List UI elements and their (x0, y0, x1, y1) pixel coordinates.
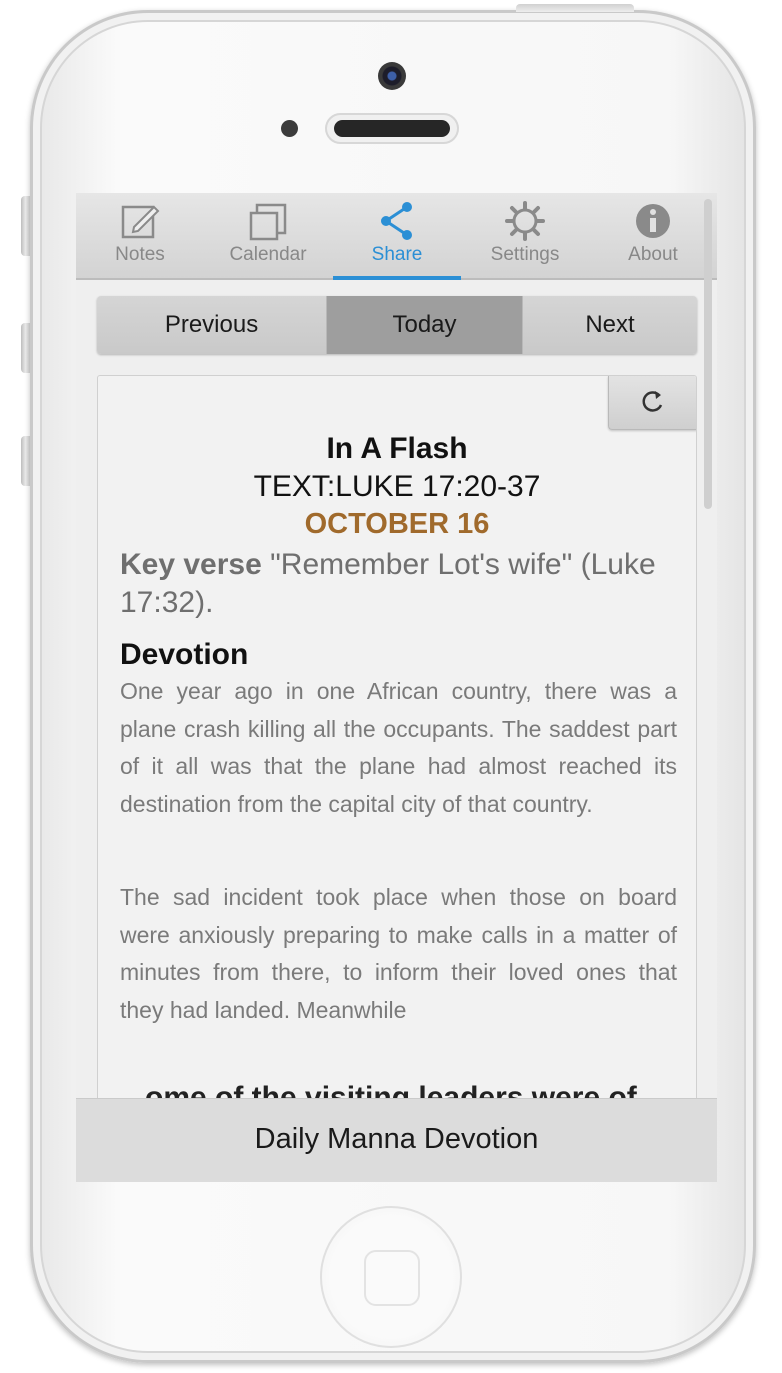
gear-icon (505, 201, 545, 241)
home-button[interactable] (320, 1206, 462, 1348)
front-camera (378, 62, 406, 90)
devotion-card: In A Flash TEXT:LUKE 17:20-37 OCTOBER 16… (97, 375, 697, 1117)
app-screen: Notes Calendar Share Settings About Prev… (76, 193, 717, 1182)
tab-share-label: Share (371, 244, 423, 265)
power-button (516, 4, 634, 12)
devotion-paragraph: One year ago in one African country, the… (120, 678, 677, 818)
volume-down-button (21, 436, 30, 486)
volume-up-button (21, 323, 30, 373)
tab-share[interactable]: Share (333, 193, 461, 280)
share-icon (381, 202, 412, 240)
key-verse: Key verse "Remember Lot's wife" (Luke 17… (120, 546, 680, 622)
refresh-icon (642, 391, 663, 412)
tab-calendar[interactable]: Calendar (204, 193, 332, 278)
tab-notes[interactable]: Notes (76, 193, 204, 278)
earpiece-speaker (325, 113, 459, 144)
section-heading: Devotion (120, 638, 249, 671)
devotion-date: OCTOBER 16 (304, 508, 490, 540)
previous-button[interactable]: Previous (97, 296, 327, 354)
tab-settings-label: Settings (490, 244, 560, 265)
today-button[interactable]: Today (327, 296, 523, 354)
devotion-title: In A Flash (326, 432, 468, 465)
tab-about[interactable]: About (589, 193, 717, 278)
day-navigation: Previous Today Next (97, 296, 697, 354)
tab-bar: Notes Calendar Share Settings About (76, 193, 717, 280)
scrollbar[interactable] (704, 199, 712, 509)
mute-switch (21, 196, 30, 256)
scripture-reference: TEXT:LUKE 17:20-37 (253, 470, 541, 503)
calendar-icon (249, 203, 287, 241)
next-button[interactable]: Next (523, 296, 697, 354)
key-verse-label: Key verse (120, 548, 262, 581)
proximity-sensor (281, 120, 298, 137)
devotion-paragraph: The sad incident took place when those o… (120, 884, 677, 1024)
tab-settings[interactable]: Settings (461, 193, 589, 278)
refresh-button[interactable] (608, 376, 696, 430)
tab-about-label: About (628, 244, 678, 265)
edit-icon (121, 205, 160, 239)
info-icon (636, 204, 670, 238)
tab-calendar-label: Calendar (229, 244, 307, 265)
footer-title: Daily Manna Devotion (76, 1098, 717, 1182)
tab-notes-label: Notes (115, 244, 165, 265)
